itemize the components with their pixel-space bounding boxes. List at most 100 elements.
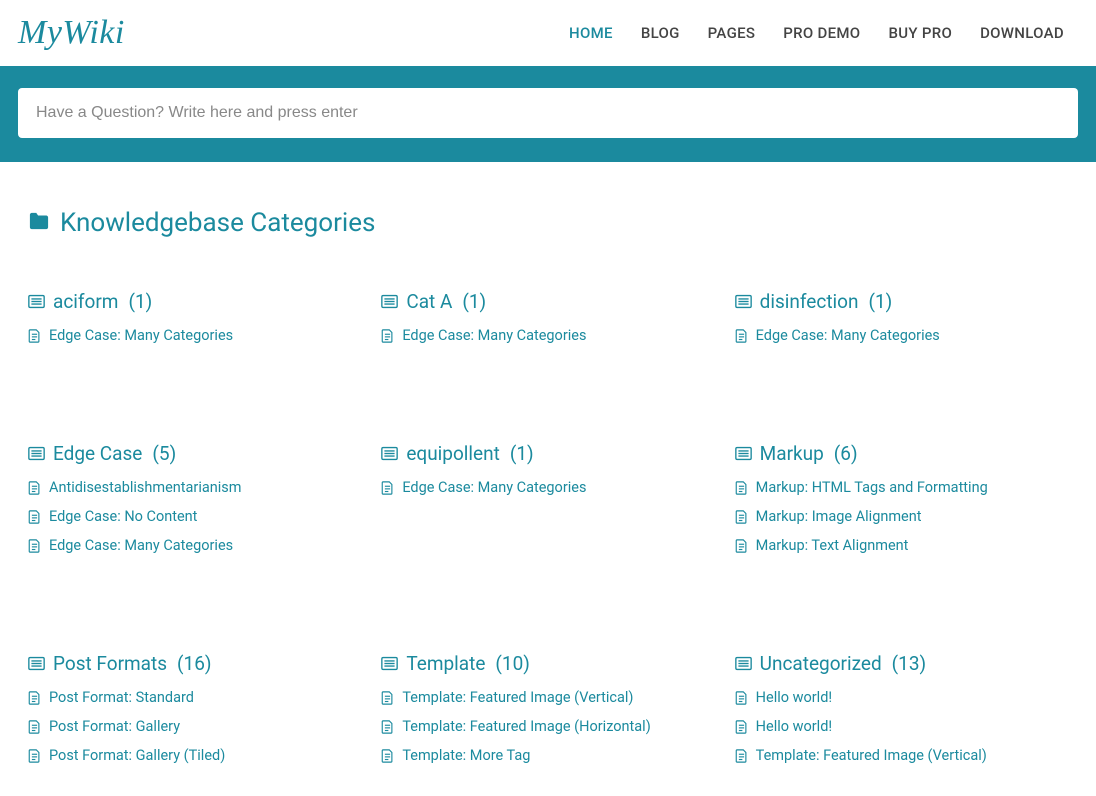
list-icon [28, 446, 45, 461]
folder-icon [28, 208, 50, 238]
list-item[interactable]: Template: More Tag [381, 747, 714, 764]
document-icon [28, 329, 41, 343]
nav-links: HOME BLOG PAGES PRO DEMO BUY PRO DOWNLOAD [569, 24, 1078, 42]
category-title[interactable]: Cat A (1) [381, 290, 714, 313]
list-item-label: Markup: HTML Tags and Formatting [756, 479, 988, 496]
document-icon [735, 481, 748, 495]
list-item[interactable]: Post Format: Gallery [28, 718, 361, 735]
nav-link-download[interactable]: DOWNLOAD [980, 24, 1064, 42]
category-count: (6) [834, 442, 858, 465]
document-icon [28, 720, 41, 734]
category-uncategorized: Uncategorized(13)Hello world!Hello world… [735, 652, 1068, 776]
list-icon [28, 294, 45, 309]
search-input[interactable] [18, 88, 1078, 138]
list-item-label: Post Format: Gallery [49, 718, 180, 735]
list-item[interactable]: Edge Case: No Content [28, 508, 361, 525]
list-item-label: Edge Case: No Content [49, 508, 197, 525]
category-markup: Markup (6) Markup: HTML Tags and Formattin… [735, 442, 1068, 566]
category-title[interactable]: Edge Case (5) [28, 442, 361, 465]
nav-link-buy-pro[interactable]: BUY PRO [888, 24, 952, 42]
category-name: Edge Case [53, 442, 142, 465]
document-icon [735, 329, 748, 343]
document-icon [28, 691, 41, 705]
nav-link-pages[interactable]: PAGES [708, 24, 756, 42]
nav-link-blog[interactable]: BLOG [641, 24, 680, 42]
list-item[interactable]: Template: Featured Image (Vertical) [735, 747, 1068, 764]
category-aciform: aciform (1) Edge Case: Many Categories [28, 290, 361, 356]
category-cat-a: Cat A (1) Edge Case: Many Categories [381, 290, 714, 356]
category-count: (10) [495, 652, 529, 675]
list-item-label: Edge Case: Many Categories [756, 327, 940, 344]
category-count: (1) [462, 290, 486, 313]
list-item-label: Edge Case: Many Categories [402, 479, 586, 496]
list-item-label: Post Format: Gallery (Tiled) [49, 747, 225, 764]
list-item[interactable]: Post Format: Gallery (Tiled) [28, 747, 361, 764]
category-name: disinfection [760, 290, 859, 313]
list-item-label: Antidisestablishmentarianism [49, 479, 242, 496]
list-item[interactable]: Edge Case: Many Categories [381, 327, 714, 344]
category-disinfection: disinfection(1) Edge Case: Many Categorie… [735, 290, 1068, 356]
list-item-label: Edge Case: Many Categories [402, 327, 586, 344]
list-icon [735, 446, 752, 461]
list-icon [381, 656, 398, 671]
list-item[interactable]: Antidisestablishmentarianism [28, 479, 361, 496]
list-item[interactable]: Hello world! [735, 718, 1068, 735]
category-grid: aciform(1)Edge Case: Many CategoriesCat … [28, 290, 1068, 776]
list-item[interactable]: Edge Case: Many Categories [735, 327, 1068, 344]
category-template: Template(10)Template: Featured Image (Ve… [381, 652, 714, 776]
list-icon [381, 446, 398, 461]
main-content: Knowledgebase Categories aciform (1) Edge … [0, 162, 1096, 796]
category-name: equipollent [406, 442, 500, 465]
nav-link-pro-demo[interactable]: PRO DEMO [783, 24, 860, 42]
category-edge-case: Edge Case (5) Antidisestablishmentarianism… [28, 442, 361, 566]
document-icon [735, 539, 748, 553]
category-name: Template [406, 652, 485, 675]
document-icon [381, 481, 394, 495]
category-count: (13) [892, 652, 926, 675]
category-name: aciform [53, 290, 118, 313]
list-item[interactable]: Markup: Text Alignment [735, 537, 1068, 554]
category-title[interactable]: Markup (6) [735, 442, 1068, 465]
category-title[interactable]: equipollent(1) [381, 442, 714, 465]
category-equipollent: equipollent(1) Edge Case: Many Categories [381, 442, 714, 566]
document-icon [381, 749, 394, 763]
list-item-label: Hello world! [756, 718, 832, 735]
category-title[interactable]: aciform (1) [28, 290, 361, 313]
document-icon [28, 539, 41, 553]
document-icon [381, 329, 394, 343]
category-name: Markup [760, 442, 824, 465]
list-item[interactable]: Edge Case: Many Categories [28, 537, 361, 554]
category-count: (5) [152, 442, 176, 465]
document-icon [735, 720, 748, 734]
list-item[interactable]: Edge Case: Many Categories [28, 327, 361, 344]
category-title[interactable]: disinfection(1) [735, 290, 1068, 313]
category-name: Cat A [406, 290, 452, 313]
list-item[interactable]: Edge Case: Many Categories [381, 479, 714, 496]
document-icon [28, 510, 41, 524]
search-bar [0, 66, 1096, 162]
list-item[interactable]: Template: Featured Image (Horizontal) [381, 718, 714, 735]
category-title[interactable]: Uncategorized(13) [735, 652, 1068, 675]
list-item-label: Template: Featured Image (Vertical) [756, 747, 987, 764]
document-icon [735, 510, 748, 524]
category-count: (1) [128, 290, 152, 313]
list-icon [381, 294, 398, 309]
document-icon [28, 749, 41, 763]
category-title[interactable]: Template (10) [381, 652, 714, 675]
category-title[interactable]: Post Formats(16) [28, 652, 361, 675]
site-logo[interactable]: MyWiki [18, 14, 125, 52]
section-title-text: Knowledgebase Categories [60, 208, 375, 238]
section-title: Knowledgebase Categories [28, 208, 1068, 238]
document-icon [381, 691, 394, 705]
list-icon [735, 294, 752, 309]
list-icon [28, 656, 45, 671]
nav-link-home[interactable]: HOME [569, 24, 613, 42]
list-icon [735, 656, 752, 671]
list-item[interactable]: Markup: Image Alignment [735, 508, 1068, 525]
document-icon [381, 720, 394, 734]
category-name: Post Formats [53, 652, 167, 675]
list-item[interactable]: Markup: HTML Tags and Formatting [735, 479, 1068, 496]
list-item-label: Template: Featured Image (Horizontal) [402, 718, 650, 735]
document-icon [735, 691, 748, 705]
navbar: MyWiki HOME BLOG PAGES PRO DEMO BUY PRO DOWNL… [0, 0, 1096, 66]
